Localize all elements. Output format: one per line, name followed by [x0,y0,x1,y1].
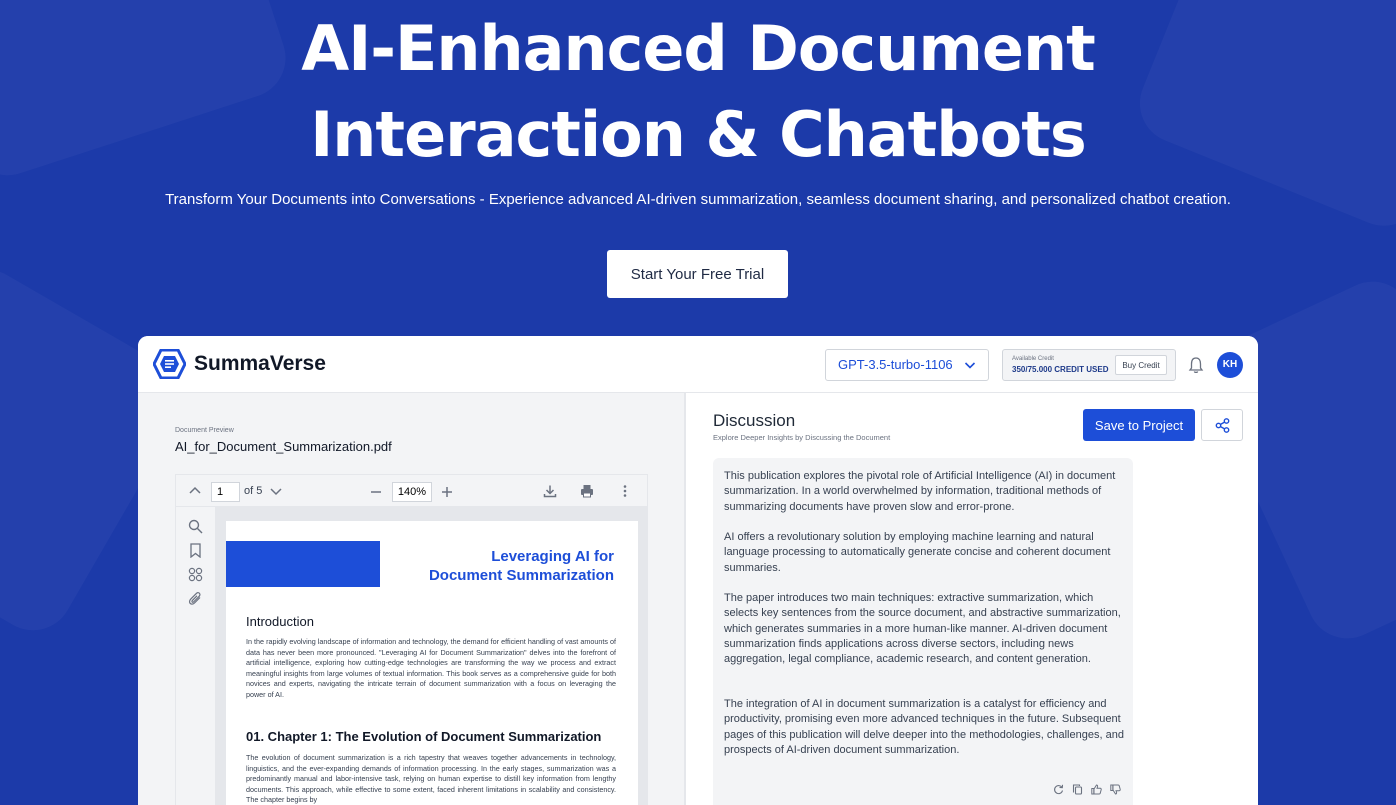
model-select[interactable]: GPT-3.5-turbo-1106 [825,349,989,381]
page-title: Leveraging AI for Document Summarization [396,547,614,585]
discussion-title: Discussion [713,411,796,430]
regenerate-icon[interactable] [1053,784,1064,795]
zoom-level-input[interactable] [392,482,432,502]
download-icon[interactable] [543,484,557,498]
bookmark-icon[interactable] [188,543,203,558]
thumbs-up-icon[interactable] [1091,784,1102,795]
document-filename: AI_for_Document_Summarization.pdf [175,439,392,454]
attachment-icon[interactable] [188,591,203,606]
app-preview-window: SummaVerse GPT-3.5-turbo-1106 Available … [138,336,1258,805]
more-options-icon[interactable] [618,484,632,498]
bell-icon[interactable] [1188,356,1204,374]
hero-subtitle: Transform Your Documents into Conversati… [165,191,1231,208]
hero-title-line1: AI-Enhanced Document [301,12,1096,85]
copy-icon[interactable] [1072,784,1083,795]
print-icon[interactable] [580,484,594,498]
page-heading-introduction: Introduction [246,614,314,629]
page-heading-chapter1: 01. Chapter 1: The Evolution of Document… [246,729,602,744]
message-paragraph: The paper introduces two main techniques… [724,592,1121,666]
credit-value: 350/75.000 CREDIT USED [1012,365,1109,374]
page-count: of 5 [244,485,263,497]
zoom-out-icon[interactable] [369,485,383,499]
pdf-sidebar [176,507,216,805]
page-title-line2: Document Summarization [428,567,614,584]
ai-message-bubble: This publication explores the pivotal ro… [713,458,1133,805]
zoom-in-icon[interactable] [440,485,454,499]
credit-panel: Available Credit 350/75.000 CREDIT USED … [1002,349,1176,381]
brand-name: SummaVerse [194,352,326,375]
share-button[interactable] [1201,409,1243,441]
thumbnails-icon[interactable] [188,567,203,582]
save-to-project-button[interactable]: Save to Project [1083,409,1195,441]
page-paragraph: In the rapidly evolving landscape of inf… [246,637,616,699]
chevron-up-icon[interactable] [188,484,202,498]
pdf-viewer: of 5 [175,474,648,805]
pdf-toolbar: of 5 [176,475,647,507]
share-icon [1215,418,1230,433]
document-preview-pane: Document Preview AI_for_Document_Summari… [138,393,684,805]
credit-label: Available Credit [1012,356,1054,362]
page-number-input[interactable] [211,482,240,502]
message-paragraph: The integration of AI in document summar… [724,698,1124,756]
pdf-page: Leveraging AI for Document Summarization… [226,521,638,805]
page-paragraph: The evolution of document summarization … [246,753,616,805]
thumbs-down-icon[interactable] [1110,784,1121,795]
document-preview-label: Document Preview [175,427,234,434]
message-actions [1053,784,1123,796]
chevron-down-icon [964,362,976,369]
hero-title: AI-Enhanced Document Interaction & Chatb… [0,6,1396,178]
page-title-line1: Leveraging AI for [491,548,614,565]
discussion-subtitle: Explore Deeper Insights by Discussing th… [713,433,891,442]
discussion-pane: Discussion Explore Deeper Insights by Di… [686,393,1258,805]
message-paragraph: This publication explores the pivotal ro… [724,470,1116,513]
hero-title-line2: Interaction & Chatbots [310,98,1087,171]
chevron-down-icon[interactable] [269,484,283,498]
page-header-bar [226,541,380,587]
search-icon[interactable] [188,519,203,534]
start-free-trial-button[interactable]: Start Your Free Trial [607,250,788,298]
message-paragraph: AI offers a revolutionary solution by em… [724,531,1111,574]
user-avatar[interactable]: KH [1217,352,1243,378]
summaverse-logo-icon [153,349,186,379]
buy-credit-button[interactable]: Buy Credit [1115,355,1167,375]
app-topbar: SummaVerse GPT-3.5-turbo-1106 Available … [138,336,1258,393]
model-select-value: GPT-3.5-turbo-1106 [838,357,953,372]
